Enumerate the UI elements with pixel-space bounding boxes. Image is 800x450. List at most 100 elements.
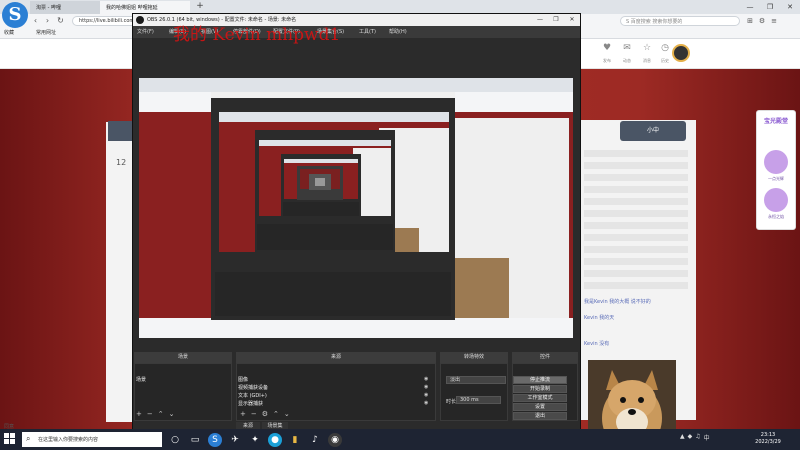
controls-dock-header: 控件 — [512, 352, 578, 363]
header-label: 消息 — [643, 58, 651, 63]
volume-icon[interactable]: ♫ — [695, 433, 700, 442]
search-icon: ⌕ — [26, 434, 31, 443]
transition-type-select[interactable]: 淡出 — [446, 376, 506, 384]
badge-title: 宝光殿堂 — [763, 118, 788, 125]
minimize-icon[interactable]: — — [740, 0, 760, 14]
minimize-icon[interactable]: — — [532, 14, 548, 26]
chat-message: 我是Kevin 我的大概 说不好的 — [584, 299, 651, 305]
close-icon[interactable]: ✕ — [564, 14, 580, 26]
app-icon[interactable]: ● — [268, 433, 282, 447]
browser-window-controls: — ❐ ✕ — [740, 0, 800, 14]
visibility-icon[interactable]: ◉ — [424, 376, 428, 382]
source-item[interactable]: 显示器捕获 — [238, 400, 263, 407]
start-recording-button[interactable]: 开始录制 — [513, 385, 567, 393]
visibility-icon[interactable]: ◉ — [424, 400, 428, 406]
input-method-icon[interactable]: 中 — [704, 433, 710, 442]
remove-icon[interactable]: − — [147, 410, 153, 418]
obs-preview[interactable] — [139, 78, 573, 338]
duration-input[interactable]: 300 ms — [456, 396, 501, 404]
back-icon[interactable]: ‹ — [30, 15, 41, 27]
badge-text: 永恒之焰 — [768, 214, 784, 219]
forward-icon[interactable]: › — [42, 15, 53, 27]
tray-icon[interactable]: ▲ — [680, 433, 685, 442]
message-icon[interactable]: ☆ — [638, 43, 656, 53]
app-icon[interactable]: ▮ — [288, 433, 302, 447]
refresh-icon[interactable]: ↻ — [55, 15, 66, 27]
day-number: 12 — [116, 158, 127, 167]
maximize-icon[interactable]: ❐ — [760, 0, 780, 14]
remove-icon[interactable]: − — [251, 410, 257, 418]
browser-taskbar-icon[interactable]: S — [208, 433, 222, 447]
app-icon[interactable]: ✦ — [248, 433, 262, 447]
browser-logo: S — [2, 2, 28, 28]
user-avatar[interactable] — [672, 44, 690, 62]
sources-dock-buttons: + − ⚙ ⌃ ⌄ — [240, 410, 290, 418]
exit-button[interactable]: 退出 — [513, 412, 567, 420]
obs-window-controls: — ❐ ✕ — [532, 14, 580, 26]
visibility-icon[interactable]: ◉ — [424, 392, 428, 398]
menu-icon[interactable]: ≡ — [768, 15, 780, 27]
visibility-icon[interactable]: ◉ — [424, 384, 428, 390]
add-icon[interactable]: + — [136, 410, 142, 418]
scenes-dock-header: 场景 — [134, 352, 232, 363]
settings-icon[interactable]: ⚙ — [756, 15, 768, 27]
taskbar-clock[interactable]: 23:13 2022/3/29 — [748, 432, 788, 446]
close-icon[interactable]: ✕ — [780, 0, 800, 14]
header-label: 历史 — [661, 58, 669, 63]
app-icon[interactable]: ♪ — [308, 433, 322, 447]
header-label: 发布 — [603, 58, 611, 63]
up-icon[interactable]: ⌃ — [158, 410, 164, 418]
header-label: 动态 — [623, 58, 631, 63]
transitions-dock-header: 转场特效 — [440, 352, 508, 363]
obs-taskbar-icon[interactable]: ◉ — [328, 433, 342, 447]
task-view-icon[interactable]: ○ — [168, 433, 182, 447]
chat-placeholder-lines — [584, 150, 688, 294]
browser-tab[interactable]: 淘票 - 哔哩 — [30, 1, 100, 14]
upload-icon[interactable]: ♥ — [598, 43, 616, 53]
bookmark-item[interactable]: 常用网址 — [36, 29, 56, 36]
up-icon[interactable]: ⌃ — [273, 410, 279, 418]
taskbar-search-input[interactable]: 在这里输入你要搜索的内容 — [22, 432, 162, 447]
scenes-dock-buttons: + − ⌃ ⌄ — [136, 410, 175, 418]
clock-date: 2022/3/29 — [755, 439, 781, 445]
obs-logo-icon — [136, 16, 144, 24]
system-tray: ▲ ◆ ♫ 中 — [680, 433, 710, 442]
chat-message: Kevin 我的天 — [584, 315, 615, 321]
toolbar-icons: ⊞ ⚙ ≡ — [744, 15, 780, 27]
extension-icon[interactable]: ⊞ — [744, 15, 756, 27]
scene-item[interactable]: 场景 — [136, 376, 146, 383]
add-icon[interactable]: + — [240, 410, 246, 418]
new-tab-button[interactable]: + — [194, 1, 206, 13]
maximize-icon[interactable]: ❐ — [548, 14, 564, 26]
duration-label: 时长 — [446, 399, 457, 405]
menu-file[interactable]: 文件(F) — [137, 28, 154, 35]
down-icon[interactable]: ⌄ — [169, 410, 175, 418]
stop-streaming-button[interactable]: 停止推流 — [513, 376, 567, 384]
red-watermark-text: 我的 Kevin mhpwd1 — [173, 25, 341, 45]
explorer-icon[interactable]: ▭ — [188, 433, 202, 447]
clock-time: 23:13 — [760, 432, 776, 438]
dynamic-icon[interactable]: ✉ — [618, 43, 636, 53]
network-icon[interactable]: ◆ — [688, 433, 693, 442]
down-icon[interactable]: ⌄ — [284, 410, 290, 418]
badge-coin-icon — [764, 188, 788, 212]
browser-search-input[interactable]: S 百度搜索 搜索你想要的 — [620, 16, 740, 26]
room-button[interactable]: 小中 — [620, 121, 686, 141]
bookmark-item[interactable]: 收藏 — [4, 29, 14, 36]
windows-start-icon[interactable] — [4, 433, 16, 445]
settings-button[interactable]: 设置 — [513, 403, 567, 411]
transitions-dock — [440, 363, 508, 421]
menu-help[interactable]: 帮助(H) — [389, 28, 407, 35]
source-item[interactable]: 图像 — [238, 376, 248, 383]
recursive-capture-preview — [139, 78, 573, 338]
menu-tools[interactable]: 工具(T) — [359, 28, 376, 35]
browser-tab-bar: 淘票 - 哔哩 我的哈佛姐姐 哔哩拖延 + — ❐ ✕ — [0, 0, 800, 14]
badge-coin-icon — [764, 150, 788, 174]
app-icon[interactable]: ✈ — [228, 433, 242, 447]
chat-message: Kevin 没有 — [584, 341, 610, 347]
source-item[interactable]: 视频捕获设备 — [238, 384, 268, 391]
settings-icon[interactable]: ⚙ — [262, 410, 268, 418]
badge-text: 一点光辉 — [768, 176, 784, 181]
source-item[interactable]: 文本 (GDI+) — [238, 392, 267, 399]
studio-mode-button[interactable]: 工作室模式 — [513, 394, 567, 402]
